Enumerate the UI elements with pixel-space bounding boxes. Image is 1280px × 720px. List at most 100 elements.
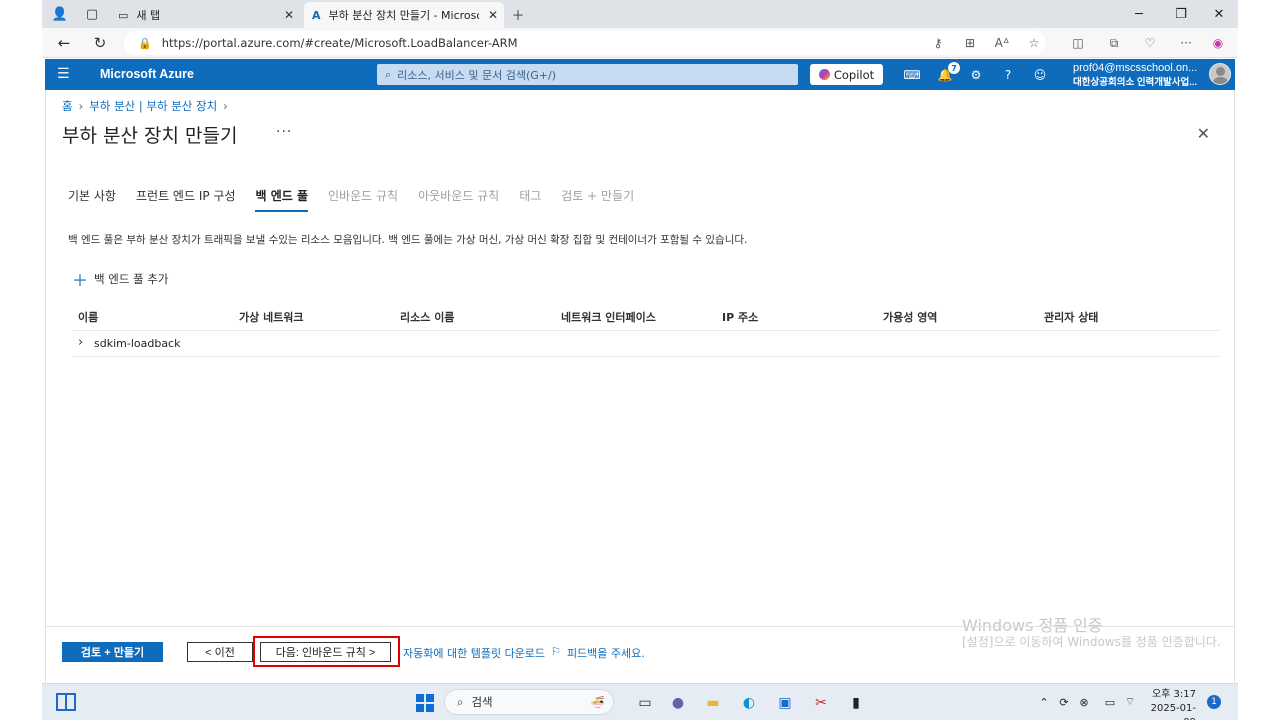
tab-backend-pools[interactable]: 백 엔드 풀 <box>255 187 309 212</box>
feedback-icon: ⚐ <box>551 645 561 658</box>
minimize-icon[interactable]: ─ <box>1124 4 1154 24</box>
address-bar[interactable]: 🔒 https://portal.azure.com/#create/Micro… <box>124 31 1046 55</box>
more-options-icon[interactable]: ··· <box>276 124 292 140</box>
edge-browser-icon[interactable]: ◐ <box>738 692 760 714</box>
sync-icon[interactable]: ⟳ <box>1056 694 1072 710</box>
review-create-button[interactable]: 검토 + 만들기 <box>62 642 163 662</box>
taskbar-search[interactable]: ⌕ 검색 🍜 <box>444 689 614 715</box>
column-header: 가용성 영역 <box>883 311 938 324</box>
copilot-button[interactable]: Copilot <box>810 64 883 85</box>
favorite-star-icon[interactable]: ☆ <box>1024 33 1044 53</box>
account-email: prof04@mscsschool.on... <box>1073 62 1198 74</box>
workspaces-icon[interactable]: ▢ <box>82 5 102 23</box>
window-close-icon[interactable]: ✕ <box>1204 4 1234 24</box>
tab-inbound-rules[interactable]: 인바운드 규칙 <box>328 187 398 212</box>
extensions-icon[interactable]: ♡ <box>1140 33 1160 53</box>
azure-favicon-icon: A <box>312 8 321 22</box>
feedback-link[interactable]: 피드백을 주세요. <box>567 645 645 661</box>
azure-brand[interactable]: Microsoft Azure <box>100 67 194 81</box>
account-info[interactable]: prof04@mscsschool.on... 대한상공회의소 인력개발사업..… <box>1073 62 1205 88</box>
widgets-icon[interactable] <box>56 693 76 711</box>
search-highlight-icon: 🍜 <box>590 695 605 709</box>
right-margin <box>1238 0 1280 720</box>
page-title: 부하 분산 장치 만들기 <box>62 125 238 147</box>
close-icon[interactable]: ✕ <box>488 8 498 22</box>
tab-frontend-ip[interactable]: 프런트 엔드 IP 구성 <box>136 187 236 212</box>
profile-icon[interactable]: 👤 <box>50 5 70 23</box>
close-icon[interactable]: ✕ <box>284 8 294 22</box>
tab-review-create[interactable]: 검토 + 만들기 <box>561 187 634 212</box>
help-icon[interactable]: ? <box>999 66 1017 84</box>
notification-badge: 7 <box>948 62 960 74</box>
refresh-icon[interactable]: ↻ <box>88 32 112 54</box>
collections-icon[interactable]: ⧉ <box>1104 33 1124 53</box>
split-screen-icon[interactable]: ◫ <box>1068 33 1088 53</box>
column-header: 네트워크 인터페이스 <box>561 311 656 324</box>
back-icon[interactable]: ← <box>52 32 76 54</box>
add-backend-pool-label: 백 엔드 풀 추가 <box>94 272 169 286</box>
previous-button[interactable]: < 이전 <box>187 642 253 662</box>
chevron-up-icon[interactable]: ⌃ <box>1036 694 1052 710</box>
file-explorer-icon[interactable]: ▬ <box>702 692 724 714</box>
start-button[interactable] <box>414 692 436 714</box>
restore-icon[interactable]: ❐ <box>1166 4 1196 24</box>
search-icon: ⌕ <box>385 67 392 81</box>
browser-window: 👤 ▢ ▭ 새 탭 ✕ A 부하 분산 장치 만들기 - Microsof ✕ … <box>42 0 1238 720</box>
portal-content: 홈 › 부하 분산 | 부하 분산 장치 › 부하 분산 장치 만들기 ··· … <box>45 90 1235 683</box>
account-org: 대한상공회의소 인력개발사업... <box>1073 77 1198 88</box>
left-margin <box>0 0 42 720</box>
new-tab-plus-icon[interactable]: ＋ <box>508 5 528 24</box>
new-tab-icon: ▭ <box>118 8 129 22</box>
copilot-label: Copilot <box>833 67 875 82</box>
notifications-bell-icon[interactable]: 🔔 7 <box>936 62 960 84</box>
tab-new-tab[interactable]: ▭ 새 탭 ✕ <box>110 2 300 28</box>
next-inbound-rules-button[interactable]: 다음: 인바운드 규칙 > <box>260 642 391 662</box>
download-template-link[interactable]: 자동화에 대한 템플릿 다운로드 <box>403 645 545 661</box>
key-icon[interactable]: ⚷ <box>928 33 948 53</box>
column-header: 관리자 상태 <box>1044 311 1099 324</box>
system-clock[interactable]: 오후 3:17 2025-01-09 <box>1140 688 1196 720</box>
notification-count-badge[interactable]: 1 <box>1207 695 1221 709</box>
add-backend-pool-button[interactable]: ＋ 백 엔드 풀 추가 <box>72 267 168 291</box>
snipping-tool-icon[interactable]: ✂ <box>810 692 832 714</box>
tab-outbound-rules[interactable]: 아웃바운드 규칙 <box>418 187 499 212</box>
breadcrumb-load-balancing[interactable]: 부하 분산 | 부하 분산 장치 <box>89 98 217 114</box>
read-aloud-icon[interactable]: Aᐞ <box>992 33 1012 53</box>
global-search-input[interactable]: ⌕ 리소스, 서비스 및 문서 검색(G+/) <box>377 64 798 85</box>
action-links: 자동화에 대한 템플릿 다운로드 ⚐ 피드백을 주세요. <box>403 645 645 661</box>
terminal-icon[interactable]: ▮ <box>845 692 867 714</box>
address-bar-row: ← ↻ 🔒 https://portal.azure.com/#create/M… <box>42 28 1238 58</box>
table-header: 이름 가상 네트워크 리소스 이름 네트워크 인터페이스 IP 주소 가용성 영… <box>72 301 1220 331</box>
display-icon[interactable]: ▭ <box>1102 694 1118 710</box>
store-icon[interactable]: ▣ <box>774 692 796 714</box>
column-header: 리소스 이름 <box>400 311 455 324</box>
windows-logo-icon <box>416 694 434 712</box>
tab-tags[interactable]: 태그 <box>519 187 541 212</box>
table-row[interactable]: › sdkim-loadback <box>72 332 1220 357</box>
copilot-icon <box>818 69 830 80</box>
windows-taskbar: ⌕ 검색 🍜 ▭ ● ▬ ◐ ▣ ✂ ▮ ⌃ ⟳ ⊗ ▭ ⌔ 오후 3:17 2… <box>42 683 1238 720</box>
breadcrumb: 홈 › 부하 분산 | 부하 분산 장치 › <box>62 98 228 114</box>
taskbar-search-label: 검색 <box>471 695 493 709</box>
teams-icon[interactable]: ● <box>667 692 689 714</box>
more-menu-icon[interactable]: ··· <box>1176 33 1196 53</box>
avatar[interactable] <box>1209 63 1231 85</box>
copilot-browser-icon[interactable]: ◉ <box>1208 33 1228 53</box>
expand-chevron-icon[interactable]: › <box>78 335 83 350</box>
network-icon[interactable]: ⌔ <box>1122 694 1138 710</box>
column-header: 이름 <box>78 311 99 324</box>
cloud-shell-icon[interactable]: ⌨ <box>903 66 921 84</box>
tab-load-balancer[interactable]: A 부하 분산 장치 만들기 - Microsof ✕ <box>304 2 504 28</box>
apps-icon[interactable]: ⊞ <box>960 33 980 53</box>
settings-gear-icon[interactable]: ⚙ <box>967 66 985 84</box>
security-icon[interactable]: ⊗ <box>1076 694 1092 710</box>
feedback-icon[interactable]: ☺ <box>1031 66 1049 84</box>
task-view-icon[interactable]: ▭ <box>634 692 656 714</box>
hamburger-menu-icon[interactable]: ☰ <box>57 66 70 82</box>
chevron-right-icon: › <box>78 99 84 113</box>
close-blade-icon[interactable]: ✕ <box>1197 124 1210 143</box>
tab-basics[interactable]: 기본 사항 <box>68 187 116 212</box>
lock-icon: 🔒 <box>138 36 152 50</box>
url-text: https://portal.azure.com/#create/Microso… <box>161 36 518 50</box>
breadcrumb-home[interactable]: 홈 <box>62 98 73 114</box>
